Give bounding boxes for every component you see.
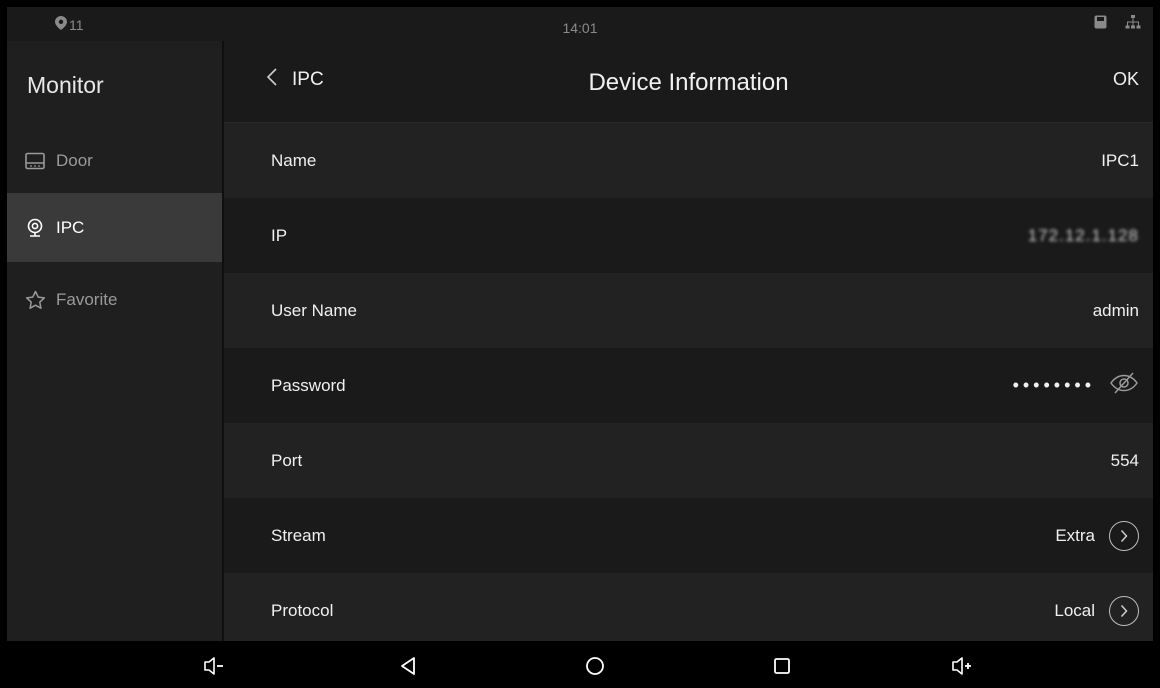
ip-value: 172.12.1.128	[1027, 225, 1139, 245]
star-icon	[24, 289, 46, 311]
password-value: ••••••••	[1012, 375, 1095, 395]
back-triangle-icon[interactable]	[395, 653, 421, 679]
sidebar-title: Monitor	[27, 72, 104, 98]
field-label: User Name	[271, 300, 357, 320]
field-value: 554	[1111, 451, 1139, 471]
port-value: 554	[1110, 450, 1139, 470]
back-label: IPC	[292, 69, 324, 90]
field-value: admin	[1093, 301, 1139, 321]
field-user-name[interactable]: User Name admin	[224, 273, 1153, 348]
field-name[interactable]: Name IPC1	[224, 123, 1153, 198]
sidebar-item-label: Door	[56, 150, 93, 170]
field-protocol[interactable]: Protocol Local	[224, 573, 1153, 648]
field-label: Port	[271, 450, 303, 470]
chevron-right-icon[interactable]	[1109, 520, 1139, 551]
field-value: Extra	[1055, 520, 1139, 551]
field-password[interactable]: Password ••••••••	[224, 348, 1153, 423]
door-icon	[24, 150, 46, 172]
protocol-value: Local	[1054, 600, 1095, 620]
page-title: Device Information	[588, 69, 789, 96]
field-value: 172.12.1.128	[1028, 226, 1139, 246]
camera-icon	[24, 217, 46, 239]
sidebar-item-label: IPC	[56, 217, 85, 237]
chevron-right-icon[interactable]	[1109, 595, 1139, 626]
sidebar: Monitor Door IPC Favorite	[7, 41, 222, 641]
volume-down-icon[interactable]	[201, 653, 227, 679]
field-stream[interactable]: Stream Extra	[224, 498, 1153, 573]
sidebar-item-ipc[interactable]: IPC	[7, 193, 222, 262]
volume-up-icon[interactable]	[949, 653, 975, 679]
sidebar-item-door[interactable]: Door	[7, 126, 222, 195]
field-label: Stream	[271, 525, 326, 545]
field-value: ••••••••	[1013, 371, 1139, 400]
sidebar-item-label: Favorite	[56, 289, 118, 309]
status-bar: 11 14:01	[7, 7, 1153, 41]
device-screen: 11 14:01 Monitor Door IPC Favorite IPC D…	[7, 7, 1153, 688]
field-label: Protocol	[271, 600, 334, 620]
field-value: Local	[1054, 595, 1139, 626]
home-icon[interactable]	[582, 653, 608, 679]
field-label: IP	[271, 225, 288, 245]
status-time: 14:01	[562, 20, 598, 36]
network-icon	[1125, 15, 1141, 32]
sidebar-item-favorite[interactable]: Favorite	[7, 265, 222, 334]
chevron-left-icon	[266, 67, 278, 93]
stream-value: Extra	[1055, 525, 1095, 545]
eye-hidden-icon[interactable]	[1109, 371, 1139, 400]
field-port[interactable]: Port 554	[224, 423, 1153, 498]
sd-card-icon	[1094, 15, 1107, 32]
ok-button[interactable]: OK	[1113, 69, 1139, 90]
system-nav-bar	[7, 641, 1153, 688]
field-label: Password	[271, 375, 346, 395]
header: IPC Device Information OK	[224, 41, 1153, 123]
main-panel: IPC Device Information OK Name IPC1 IP 1…	[224, 41, 1153, 648]
field-ip[interactable]: IP 172.12.1.128	[224, 198, 1153, 273]
recents-icon[interactable]	[769, 653, 795, 679]
user-name-value: admin	[1092, 300, 1139, 320]
field-value: IPC1	[1101, 151, 1139, 171]
field-label: Name	[271, 150, 317, 170]
back-button[interactable]: IPC	[266, 67, 324, 93]
name-value: IPC1	[1101, 150, 1139, 170]
